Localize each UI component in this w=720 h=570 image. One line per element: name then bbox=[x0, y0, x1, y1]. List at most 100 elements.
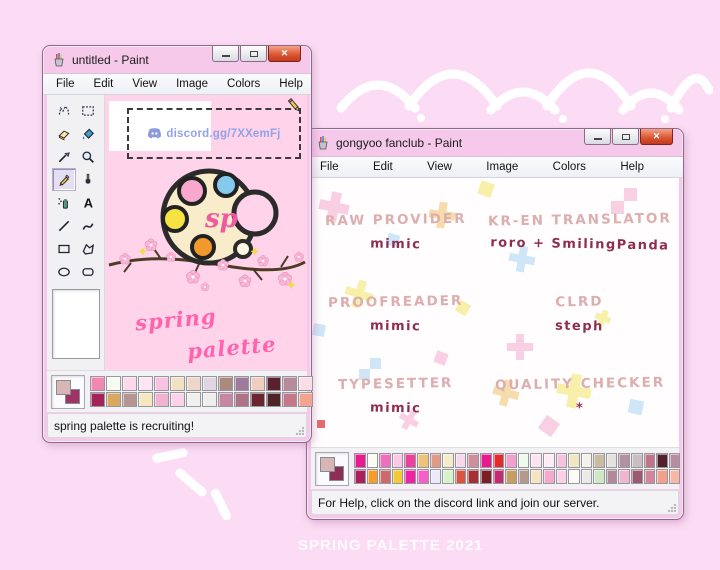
color-swatch[interactable] bbox=[354, 453, 366, 468]
color-swatch[interactable] bbox=[530, 469, 542, 484]
color-swatch[interactable] bbox=[643, 469, 656, 484]
current-colors-indicator[interactable] bbox=[51, 374, 85, 409]
color-swatch[interactable] bbox=[479, 469, 492, 484]
color-swatch[interactable] bbox=[122, 376, 137, 391]
tool-pencil-icon[interactable] bbox=[52, 168, 76, 191]
menu-item-edit[interactable]: Edit bbox=[89, 76, 119, 92]
menu-item-colors[interactable]: Colors bbox=[548, 159, 591, 175]
color-swatch[interactable] bbox=[568, 453, 580, 468]
color-swatch[interactable] bbox=[442, 453, 454, 468]
color-swatch[interactable] bbox=[593, 469, 605, 484]
tool-text-icon[interactable]: A bbox=[76, 191, 100, 214]
menu-item-image[interactable]: Image bbox=[481, 159, 523, 175]
tool-fill-icon[interactable] bbox=[76, 122, 100, 145]
color-swatch[interactable] bbox=[479, 453, 492, 468]
color-swatch[interactable] bbox=[668, 453, 681, 468]
menu-item-edit[interactable]: Edit bbox=[368, 159, 398, 175]
color-swatch[interactable] bbox=[391, 469, 404, 484]
color-swatch[interactable] bbox=[631, 453, 643, 468]
color-swatch[interactable] bbox=[282, 376, 297, 391]
color-swatch[interactable] bbox=[605, 469, 618, 484]
color-swatch[interactable] bbox=[580, 453, 593, 468]
color-swatch[interactable] bbox=[505, 453, 517, 468]
color-swatch[interactable] bbox=[542, 469, 555, 484]
color-swatch[interactable] bbox=[631, 469, 643, 484]
color-swatch[interactable] bbox=[404, 453, 416, 468]
color-swatch[interactable] bbox=[517, 469, 530, 484]
color-swatch[interactable] bbox=[298, 392, 313, 407]
tool-line-icon[interactable] bbox=[52, 214, 76, 237]
color-swatch[interactable] bbox=[366, 453, 379, 468]
color-swatch[interactable] bbox=[282, 392, 297, 407]
menu-item-image[interactable]: Image bbox=[171, 76, 213, 92]
color-swatch[interactable] bbox=[218, 376, 233, 391]
color-swatch[interactable] bbox=[517, 453, 530, 468]
color-swatch[interactable] bbox=[202, 376, 217, 391]
color-swatch[interactable] bbox=[90, 392, 105, 407]
maximize-button[interactable] bbox=[240, 46, 267, 62]
color-swatch[interactable] bbox=[580, 469, 593, 484]
color-swatch[interactable] bbox=[492, 469, 505, 484]
color-swatch[interactable] bbox=[416, 469, 429, 484]
discord-link-text[interactable]: discord.gg/7XXemFj bbox=[166, 128, 280, 140]
color-swatch[interactable] bbox=[250, 392, 265, 407]
tool-polygon-icon[interactable] bbox=[76, 237, 100, 260]
color-swatch[interactable] bbox=[593, 453, 605, 468]
color-swatch[interactable] bbox=[416, 453, 429, 468]
tool-select-icon[interactable] bbox=[76, 99, 100, 122]
color-swatch[interactable] bbox=[568, 469, 580, 484]
tool-ellipse-icon[interactable] bbox=[52, 260, 76, 283]
color-swatch[interactable] bbox=[505, 469, 517, 484]
tool-airbrush-icon[interactable] bbox=[52, 191, 76, 214]
color-swatch[interactable] bbox=[391, 453, 404, 468]
color-swatch[interactable] bbox=[202, 392, 217, 407]
menu-item-view[interactable]: View bbox=[422, 159, 457, 175]
color-swatch[interactable] bbox=[106, 376, 121, 391]
maximize-button[interactable] bbox=[612, 129, 639, 145]
color-swatch[interactable] bbox=[354, 469, 366, 484]
color-swatch[interactable] bbox=[555, 469, 568, 484]
color-swatch[interactable] bbox=[366, 469, 379, 484]
tool-eraser-icon[interactable] bbox=[52, 122, 76, 145]
paint-canvas[interactable]: RAW PROVIDER mimic KR-EN TRANSLATOR roro + … bbox=[311, 178, 679, 447]
color-swatch[interactable] bbox=[467, 469, 479, 484]
current-colors-indicator[interactable] bbox=[315, 451, 349, 486]
color-swatch[interactable] bbox=[643, 453, 656, 468]
close-button[interactable]: ✕ bbox=[640, 129, 673, 145]
color-swatch[interactable] bbox=[618, 469, 631, 484]
color-swatch[interactable] bbox=[454, 469, 467, 484]
color-swatch[interactable] bbox=[454, 453, 467, 468]
color-swatch[interactable] bbox=[605, 453, 618, 468]
color-swatch[interactable] bbox=[530, 453, 542, 468]
color-swatch[interactable] bbox=[668, 469, 681, 484]
resize-grip[interactable] bbox=[295, 426, 304, 435]
color-swatch[interactable] bbox=[266, 376, 281, 391]
color-swatch[interactable] bbox=[555, 453, 568, 468]
color-swatch[interactable] bbox=[138, 392, 153, 407]
paint-canvas[interactable]: discord.gg/7XXemFj sp spring palette bbox=[105, 95, 307, 370]
color-swatch[interactable] bbox=[90, 376, 105, 391]
tool-magnifier-icon[interactable] bbox=[76, 145, 100, 168]
resize-grip[interactable] bbox=[667, 503, 676, 512]
color-swatch[interactable] bbox=[429, 469, 442, 484]
title-bar[interactable]: untitled - Paint ✕ bbox=[43, 46, 311, 73]
menu-item-help[interactable]: Help bbox=[274, 76, 308, 92]
menu-item-colors[interactable]: Colors bbox=[222, 76, 265, 92]
foreground-color-swatch[interactable] bbox=[56, 379, 71, 395]
menu-item-help[interactable]: Help bbox=[615, 159, 649, 175]
color-swatch[interactable] bbox=[429, 453, 442, 468]
menu-item-file[interactable]: File bbox=[315, 159, 344, 175]
menu-item-view[interactable]: View bbox=[127, 76, 162, 92]
color-swatch[interactable] bbox=[186, 376, 201, 391]
title-bar[interactable]: gongyoo fanclub - Paint ✕ bbox=[307, 129, 683, 156]
menu-item-file[interactable]: File bbox=[51, 76, 80, 92]
color-swatch[interactable] bbox=[656, 469, 668, 484]
tool-rounded-rectangle-icon[interactable] bbox=[76, 260, 100, 283]
color-swatch[interactable] bbox=[250, 376, 265, 391]
color-swatch[interactable] bbox=[170, 392, 185, 407]
tool-rectangle-icon[interactable] bbox=[52, 237, 76, 260]
tool-free-form-select-icon[interactable] bbox=[52, 99, 76, 122]
tool-brush-icon[interactable] bbox=[76, 168, 100, 191]
color-swatch[interactable] bbox=[154, 376, 169, 391]
color-swatch[interactable] bbox=[298, 376, 313, 391]
